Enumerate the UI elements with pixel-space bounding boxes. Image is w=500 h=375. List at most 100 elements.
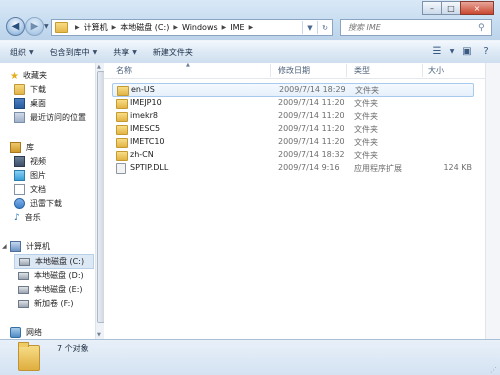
nav-label: 本地磁盘 (E:) bbox=[34, 285, 83, 294]
breadcrumb-ime[interactable]: IME bbox=[230, 23, 244, 32]
caption-buttons: – □ × bbox=[422, 1, 494, 15]
file-date: 2009/7/14 18:32 bbox=[278, 150, 345, 159]
new-folder-label: 新建文件夹 bbox=[152, 47, 193, 57]
column-modified[interactable]: 修改日期 bbox=[278, 65, 310, 76]
nav-drive-c[interactable]: 本地磁盘 (C:) bbox=[14, 254, 94, 269]
file-row[interactable]: IMETC10 2009/7/14 11:20 文件夹 bbox=[112, 136, 472, 148]
search-icon[interactable]: ⚲ bbox=[478, 23, 485, 33]
nav-documents[interactable]: 文档 bbox=[14, 183, 46, 196]
folder-icon bbox=[116, 138, 128, 148]
forward-button[interactable]: ▶ bbox=[25, 17, 44, 36]
nav-network[interactable]: 网络 bbox=[0, 326, 42, 339]
column-divider[interactable] bbox=[270, 64, 271, 77]
chevron-right-icon[interactable]: ▶ bbox=[112, 24, 117, 31]
file-row[interactable]: IMEJP10 2009/7/14 11:20 文件夹 bbox=[112, 97, 472, 109]
nav-music[interactable]: ♪ 音乐 bbox=[14, 211, 41, 224]
help-icon[interactable]: ? bbox=[478, 43, 494, 59]
chevron-right-icon[interactable]: ▶ bbox=[75, 24, 80, 31]
nav-favorites[interactable]: ★ 收藏夹 bbox=[0, 69, 47, 82]
scroll-up-icon[interactable]: ▲ bbox=[97, 64, 101, 70]
chevron-down-icon: ▼ bbox=[29, 48, 34, 56]
drive-icon bbox=[18, 271, 29, 280]
chevron-down-icon[interactable]: ▼ bbox=[448, 43, 456, 59]
preview-pane-icon[interactable]: ▣ bbox=[459, 43, 475, 59]
nav-pictures[interactable]: 图片 bbox=[14, 169, 46, 182]
folder-icon bbox=[14, 84, 25, 95]
nav-videos[interactable]: 视频 bbox=[14, 155, 46, 168]
refresh-icon[interactable]: ↻ bbox=[317, 21, 332, 34]
folder-large-icon bbox=[18, 342, 40, 371]
column-divider[interactable] bbox=[346, 64, 347, 77]
nav-thunder-downloads[interactable]: 迅雷下载 bbox=[14, 197, 62, 210]
file-row[interactable]: zh-CN 2009/7/14 18:32 文件夹 bbox=[112, 149, 472, 161]
nav-label: 文档 bbox=[30, 185, 46, 194]
chevron-right-icon[interactable]: ▶ bbox=[249, 24, 254, 31]
address-dropdown-button[interactable]: ▼ bbox=[302, 21, 317, 34]
file-name: SPTIP.DLL bbox=[130, 163, 169, 172]
file-row[interactable]: imekr8 2009/7/14 11:20 文件夹 bbox=[112, 110, 472, 122]
sort-indicator-icon: ▲ bbox=[186, 62, 190, 68]
nav-label: 桌面 bbox=[30, 99, 46, 108]
column-type[interactable]: 类型 bbox=[354, 65, 370, 76]
file-type: 文件夹 bbox=[354, 99, 378, 108]
close-button[interactable]: × bbox=[460, 1, 494, 15]
file-size: 124 KB bbox=[443, 163, 472, 172]
folder-icon bbox=[116, 125, 128, 135]
maximize-button[interactable]: □ bbox=[441, 1, 461, 15]
nav-drive-f[interactable]: 新加卷 (F:) bbox=[18, 297, 73, 310]
file-list: ▲ 名称 修改日期 类型 大小 en-US 2009/7/14 18:29 文件… bbox=[104, 62, 486, 339]
file-row[interactable]: IMESC5 2009/7/14 11:20 文件夹 bbox=[112, 123, 472, 135]
search-input[interactable] bbox=[346, 22, 478, 33]
nav-computer[interactable]: ◢ 计算机 bbox=[0, 240, 50, 253]
file-date: 2009/7/14 9:16 bbox=[278, 163, 340, 172]
column-size[interactable]: 大小 bbox=[428, 65, 444, 76]
expand-icon[interactable]: ◢ bbox=[2, 243, 10, 250]
nav-libraries[interactable]: 库 bbox=[0, 141, 34, 154]
file-date: 2009/7/14 11:20 bbox=[278, 124, 345, 133]
nav-downloads[interactable]: 下载 bbox=[14, 83, 46, 96]
arrow-right-icon: ▶ bbox=[30, 21, 39, 32]
item-count: 7 个对象 bbox=[57, 344, 89, 353]
nav-label: 视频 bbox=[30, 157, 46, 166]
chevron-down-icon: ▼ bbox=[132, 48, 137, 56]
drive-icon bbox=[19, 257, 30, 266]
minimize-button[interactable]: – bbox=[422, 1, 442, 15]
chevron-down-icon: ▼ bbox=[92, 48, 98, 56]
column-name[interactable]: 名称 bbox=[116, 65, 132, 76]
file-row[interactable]: en-US 2009/7/14 18:29 文件夹 bbox=[112, 83, 474, 97]
folder-icon bbox=[116, 151, 128, 161]
scroll-down-icon[interactable]: ▼ bbox=[97, 332, 101, 338]
file-name: en-US bbox=[131, 85, 155, 94]
new-folder-button[interactable]: 新建文件夹 bbox=[147, 43, 199, 61]
video-icon bbox=[14, 156, 25, 167]
file-name: imekr8 bbox=[130, 111, 158, 120]
file-row[interactable]: SPTIP.DLL 2009/7/14 9:16 应用程序扩展 124 KB bbox=[112, 162, 472, 174]
download-icon bbox=[14, 198, 25, 209]
column-divider[interactable] bbox=[422, 64, 423, 77]
desktop-icon bbox=[14, 98, 25, 109]
resize-grip-icon[interactable]: ⋰ bbox=[490, 366, 497, 374]
organize-menu[interactable]: 组织 ▼ bbox=[4, 43, 40, 61]
breadcrumb-windows[interactable]: Windows bbox=[182, 23, 218, 32]
nav-label: 本地磁盘 (D:) bbox=[34, 271, 84, 280]
nav-scrollbar[interactable]: ▲ ▼ bbox=[95, 63, 105, 339]
address-bar[interactable]: ▶ 计算机 ▶ 本地磁盘 (C:) ▶ Windows ▶ IME ▶ ▼ ↻ bbox=[51, 19, 333, 36]
include-in-library-menu[interactable]: 包含到库中 ▼ bbox=[44, 43, 104, 61]
file-name: IMEJP10 bbox=[130, 98, 162, 107]
chevron-right-icon[interactable]: ▶ bbox=[222, 24, 227, 31]
breadcrumb-drive-c[interactable]: 本地磁盘 (C:) bbox=[120, 22, 169, 33]
chevron-right-icon[interactable]: ▶ bbox=[173, 24, 178, 31]
nav-recent-places[interactable]: 最近访问的位置 bbox=[14, 111, 86, 124]
breadcrumb-computer[interactable]: 计算机 bbox=[84, 22, 108, 33]
nav-drive-d[interactable]: 本地磁盘 (D:) bbox=[18, 269, 84, 282]
share-menu[interactable]: 共享 ▼ bbox=[107, 43, 143, 61]
file-type: 应用程序扩展 bbox=[354, 164, 402, 173]
library-icon bbox=[10, 142, 21, 153]
view-options-icon[interactable]: ☰ bbox=[429, 43, 445, 59]
file-list-scrollbar[interactable] bbox=[485, 63, 500, 339]
file-name: IMESC5 bbox=[130, 124, 161, 133]
nav-desktop[interactable]: 桌面 bbox=[14, 97, 46, 110]
nav-drive-e[interactable]: 本地磁盘 (E:) bbox=[18, 283, 83, 296]
back-button[interactable]: ◀ bbox=[6, 17, 25, 36]
recent-pages-dropdown[interactable]: ▼ bbox=[44, 23, 49, 30]
